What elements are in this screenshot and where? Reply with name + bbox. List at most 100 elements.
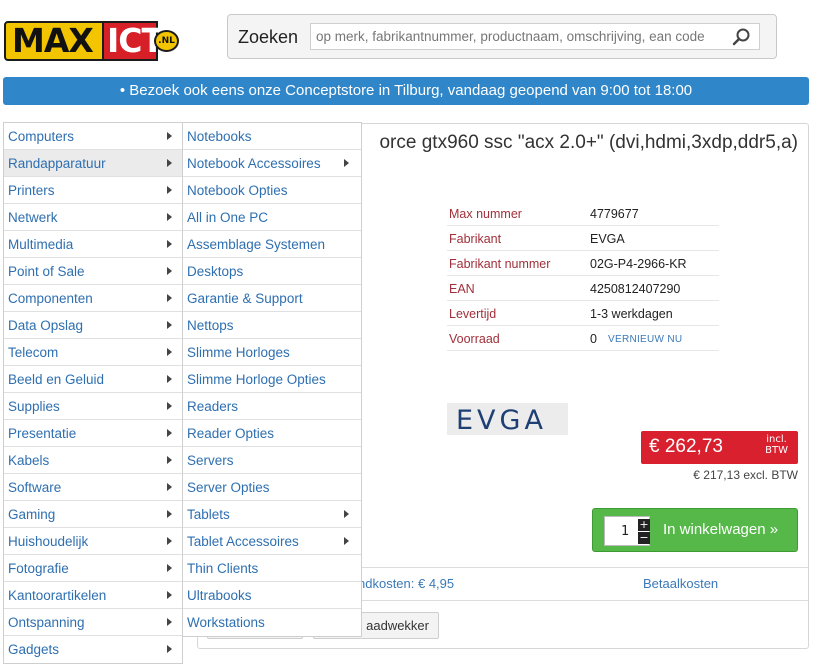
category-item[interactable]: Netwerk (4, 204, 182, 231)
logo-max-text: MAX (4, 21, 104, 61)
chevron-right-icon (167, 645, 172, 653)
search-icon[interactable] (732, 27, 752, 47)
subcategory-item[interactable]: Desktops (183, 258, 361, 285)
category-item[interactable]: Fotografie (4, 555, 182, 582)
chevron-right-icon (167, 429, 172, 437)
category-item[interactable]: Data Opslag (4, 312, 182, 339)
subcategory-label: Thin Clients (187, 561, 259, 576)
subcategory-item[interactable]: Reader Opties (183, 420, 361, 447)
price-excl: € 217,13 excl. BTW (693, 468, 798, 482)
spec-value: 1-3 werkdagen (590, 307, 673, 321)
category-label: Supplies (8, 399, 60, 414)
subcategory-item[interactable]: Notebooks (183, 123, 361, 150)
subcategory-item[interactable]: Assemblage Systemen (183, 231, 361, 258)
spec-row: Max nummer 4779677 (447, 201, 719, 226)
store-announcement-banner[interactable]: • Bezoek ook eens onze Conceptstore in T… (3, 77, 809, 105)
spec-key: EAN (449, 282, 475, 296)
quantity-stepper[interactable]: 1 + − (604, 516, 650, 546)
spec-value: 0 (590, 332, 597, 346)
subcategory-item[interactable]: Tablet Accessoires (183, 528, 361, 555)
category-label: Printers (8, 183, 55, 198)
subcategory-item[interactable]: Thin Clients (183, 555, 361, 582)
subcategory-item[interactable]: Servers (183, 447, 361, 474)
chevron-right-icon (167, 564, 172, 572)
category-item[interactable]: Multimedia (4, 231, 182, 258)
category-item[interactable]: Huishoudelijk (4, 528, 182, 555)
category-label: Telecom (8, 345, 59, 360)
category-label: Presentatie (8, 426, 77, 441)
add-to-cart-button[interactable]: 1 + − In winkelwagen » (592, 508, 798, 552)
category-label: Kantoorartikelen (8, 588, 107, 603)
chevron-right-icon (344, 537, 349, 545)
chevron-right-icon (167, 483, 172, 491)
chevron-right-icon (167, 456, 172, 464)
spec-row: EAN 4250812407290 (447, 276, 719, 301)
subcategory-label: Notebooks (187, 129, 252, 144)
category-item[interactable]: Presentatie (4, 420, 182, 447)
subcategory-label: Workstations (187, 615, 265, 630)
subcategory-item[interactable]: Server Opties (183, 474, 361, 501)
subcategory-label: Servers (187, 453, 234, 468)
chevron-right-icon (167, 240, 172, 248)
search-input[interactable]: op merk, fabrikantnummer, productnaam, o… (310, 23, 760, 50)
category-item[interactable]: Kantoorartikelen (4, 582, 182, 609)
subcategory-item[interactable]: All in One PC (183, 204, 361, 231)
product-title-container: orce gtx960 ssc "acx 2.0+" (dvi,hdmi,3xd… (362, 128, 802, 162)
subcategory-item[interactable]: Ultrabooks (183, 582, 361, 609)
subcategory-label: Ultrabooks (187, 588, 252, 603)
chevron-right-icon (167, 159, 172, 167)
subcategory-item[interactable]: Slimme Horloge Opties (183, 366, 361, 393)
price-incl-amount: € 262,73 (649, 436, 723, 457)
category-item[interactable]: Printers (4, 177, 182, 204)
category-item[interactable]: Supplies (4, 393, 182, 420)
spec-value: EVGA (590, 232, 625, 246)
category-item[interactable]: Computers (4, 123, 182, 150)
subcategory-menu: Notebooks Notebook Accessoires Notebook Op… (182, 122, 362, 637)
chevron-right-icon (167, 510, 172, 518)
category-label: Computers (8, 129, 75, 144)
chevron-right-icon (167, 213, 172, 221)
price-badge: € 262,73 incl. BTW (641, 431, 798, 464)
shipping-costs-link[interactable]: ndkosten: € 4,95 (358, 576, 454, 591)
category-item[interactable]: Telecom (4, 339, 182, 366)
spec-key: Max nummer (449, 207, 522, 221)
subcategory-label: All in One PC (187, 210, 269, 225)
chevron-right-icon (167, 591, 172, 599)
subcategory-label: Tablets (187, 507, 230, 522)
subcategory-item[interactable]: Slimme Horloges (183, 339, 361, 366)
category-item[interactable]: Software (4, 474, 182, 501)
category-item[interactable]: Beeld en Geluid (4, 366, 182, 393)
category-item[interactable]: Gaming (4, 501, 182, 528)
category-label: Data Opslag (8, 318, 84, 333)
increment-icon[interactable]: + (638, 519, 650, 531)
subcategory-item[interactable]: Workstations (183, 609, 361, 636)
subcategory-item[interactable]: Garantie & Support (183, 285, 361, 312)
subcategory-item[interactable]: Notebook Opties (183, 177, 361, 204)
category-item[interactable]: Componenten (4, 285, 182, 312)
chevron-right-icon (167, 348, 172, 356)
chevron-right-icon (167, 132, 172, 140)
category-item[interactable]: Gadgets (4, 636, 182, 663)
quantity-input[interactable]: 1 (621, 524, 629, 539)
decrement-icon[interactable]: − (638, 532, 650, 544)
category-item[interactable]: Point of Sale (4, 258, 182, 285)
maxict-logo[interactable]: MAX ICT .NL (4, 21, 179, 61)
payment-costs-link[interactable]: Betaalkosten (643, 576, 718, 591)
category-label: Gadgets (8, 642, 60, 657)
subcategory-item[interactable]: Notebook Accessoires (183, 150, 361, 177)
category-label: Huishoudelijk (8, 534, 89, 549)
subcategory-item[interactable]: Readers (183, 393, 361, 420)
category-item[interactable]: Kabels (4, 447, 182, 474)
refresh-stock-link[interactable]: VERNIEUW NU (608, 334, 682, 345)
category-item[interactable]: Randapparatuur (4, 150, 182, 177)
category-item[interactable]: Ontspanning (4, 609, 182, 636)
subcategory-item[interactable]: Tablets (183, 501, 361, 528)
subcategory-label: Slimme Horloges (187, 345, 290, 360)
subcategory-item[interactable]: Nettops (183, 312, 361, 339)
spec-value: 4250812407290 (590, 282, 681, 296)
category-label: Software (8, 480, 62, 495)
chevron-right-icon (344, 159, 349, 167)
chevron-right-icon (167, 375, 172, 383)
product-title: orce gtx960 ssc "acx 2.0+" (dvi,hdmi,3xd… (379, 132, 798, 153)
add-to-cart-label[interactable]: In winkelwagen » (663, 521, 778, 538)
